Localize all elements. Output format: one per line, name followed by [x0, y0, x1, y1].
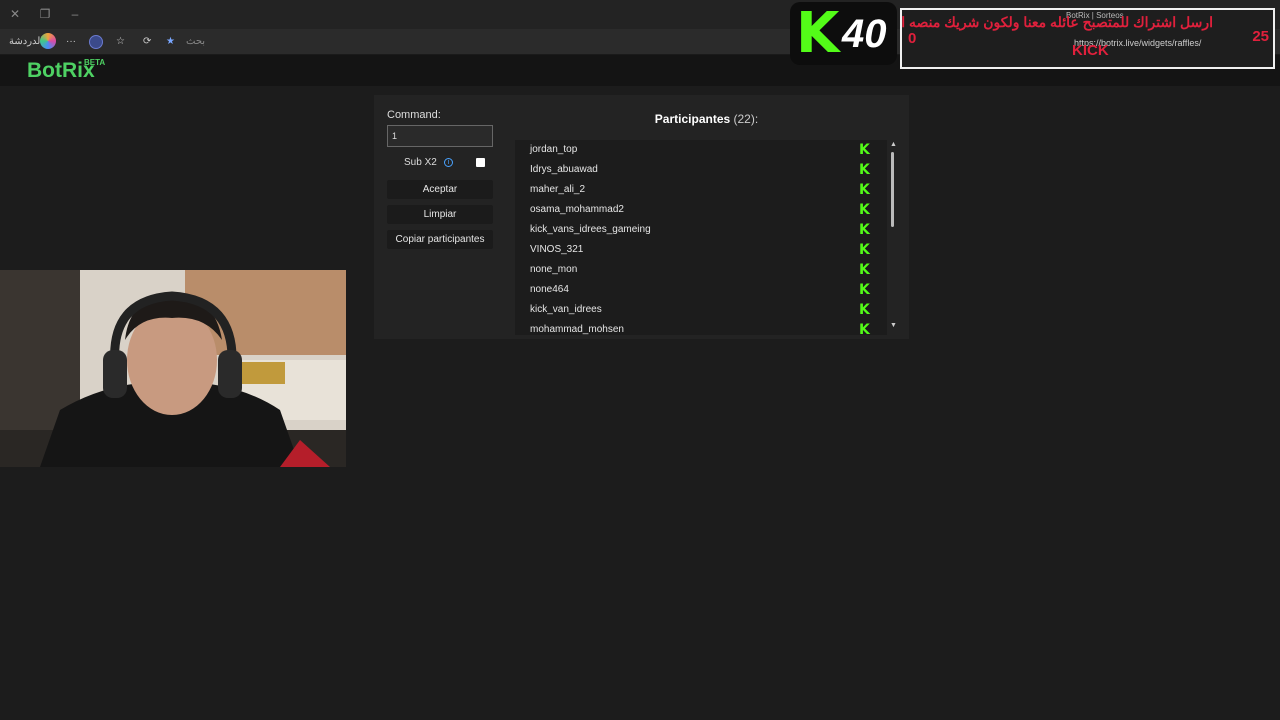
participant-item[interactable]: maher_ali_2 K: [515, 180, 887, 200]
overlay-kick-word: KICK: [1072, 42, 1109, 59]
refresh-icon[interactable]: ⟳: [143, 33, 151, 51]
participant-item[interactable]: none_mon K: [515, 260, 887, 280]
scroll-down-icon[interactable]: ▼: [890, 322, 897, 329]
kick-logo-icon: K: [796, 1, 840, 66]
participants-count: (22):: [733, 112, 759, 126]
participant-item[interactable]: kick_van_idrees K: [515, 300, 887, 320]
copy-participants-button[interactable]: Copiar participantes: [387, 230, 493, 249]
participant-name: none464: [530, 284, 569, 295]
overlay-message: ارسل اشتراك للمتصبح عائله معنا ولكون شري…: [900, 14, 1213, 30]
participant-name: osama_mohammad2: [530, 204, 624, 215]
participants-scrollbar[interactable]: ▲ ▼: [889, 140, 897, 332]
participant-item[interactable]: Idrys_abuawad K: [515, 160, 887, 180]
kick-icon: K: [859, 282, 870, 298]
accept-button[interactable]: Aceptar: [387, 180, 493, 199]
kick-icon: K: [859, 222, 870, 238]
participant-item[interactable]: VINOS_321 K: [515, 240, 887, 260]
webcam-image: [0, 270, 346, 467]
raffle-panel: Command: 1 Sub X2 i Aceptar Limpiar Copi…: [374, 95, 909, 339]
kick-icon: K: [859, 242, 870, 258]
participant-name: kick_vans_idrees_gameing: [530, 224, 651, 235]
kick-icon: K: [859, 162, 870, 178]
kick-icon: K: [859, 202, 870, 218]
sub-goal-overlay: BotRix | Sorteos https://botrix.live/wid…: [900, 8, 1275, 69]
scroll-thumb[interactable]: [891, 152, 894, 227]
participants-list[interactable]: jordan_top K Idrys_abuawad Kmaher_ali_2 Kosa…: [515, 140, 887, 335]
webcam-feed: [0, 270, 346, 467]
participant-name: maher_ali_2: [530, 184, 586, 195]
profile-avatar[interactable]: [89, 35, 103, 49]
restore-window-icon[interactable]: ❐: [37, 6, 53, 22]
kick-counter-value: 40: [842, 12, 887, 56]
address-bar[interactable]: بحث: [186, 33, 205, 51]
kick-icon: K: [859, 322, 870, 335]
sub-x2-checkbox[interactable]: [476, 158, 485, 167]
favorite-star-icon[interactable]: ★: [166, 33, 175, 51]
more-options-icon[interactable]: ···: [66, 33, 76, 51]
sidebar-chat-label[interactable]: الدردشة: [9, 33, 43, 51]
participants-heading: Participantes: [654, 112, 731, 126]
kick-icon: K: [859, 302, 870, 318]
participant-item[interactable]: osama_mohammad2 K: [515, 200, 887, 220]
participant-name: Idrys_abuawad: [530, 164, 598, 175]
beta-badge: BETA: [84, 58, 106, 67]
participant-name: kick_van_idrees: [530, 304, 602, 315]
overlay-left-number: 0: [908, 30, 917, 47]
minimize-window-icon[interactable]: –: [67, 6, 83, 22]
kick-icon: K: [859, 142, 870, 158]
participant-name: VINOS_321: [530, 244, 584, 255]
participant-name: none_mon: [530, 264, 578, 275]
kick-icon: K: [859, 182, 870, 198]
overlay-right-number: 25: [1252, 28, 1269, 45]
clear-button[interactable]: Limpiar: [387, 205, 493, 224]
copilot-icon[interactable]: [40, 33, 56, 51]
command-input[interactable]: 1: [387, 125, 493, 147]
kick-icon: K: [859, 262, 870, 278]
command-label: Command:: [387, 109, 441, 121]
sub-x2-row: Sub X2 i: [387, 155, 493, 171]
participants-title: Participantes (22):: [514, 112, 899, 126]
participant-item[interactable]: jordan_top K: [515, 140, 887, 160]
info-icon[interactable]: i: [444, 158, 453, 167]
sub-x2-label: Sub X2: [404, 157, 437, 168]
scroll-up-icon[interactable]: ▲: [890, 141, 897, 148]
collections-icon[interactable]: ☆: [116, 33, 125, 51]
participant-item[interactable]: none464 K: [515, 280, 887, 300]
close-window-icon[interactable]: ✕: [7, 6, 23, 22]
kick-counter-widget: K 40: [790, 2, 897, 65]
participant-name: mohammad_mohsen: [530, 324, 624, 335]
participant-item[interactable]: mohammad_mohsen K: [515, 320, 887, 335]
participant-item[interactable]: kick_vans_idrees_gameing K: [515, 220, 887, 240]
participant-name: jordan_top: [530, 144, 578, 155]
